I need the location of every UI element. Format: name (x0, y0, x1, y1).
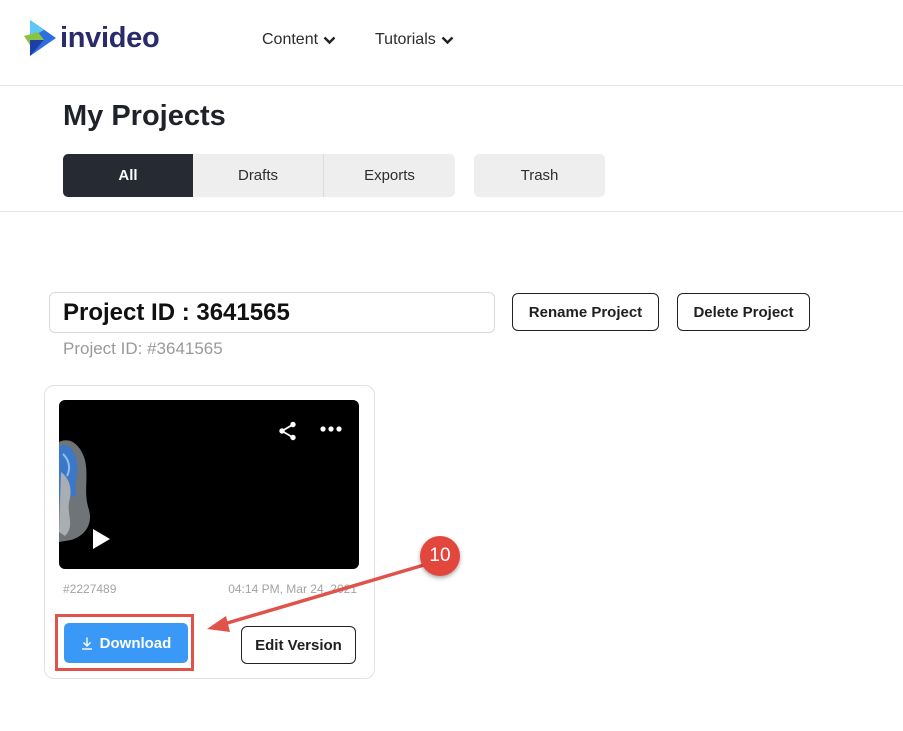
top-navbar: invideo Content Tutorials (0, 0, 903, 86)
tab-drafts[interactable]: Drafts (193, 154, 324, 197)
logo[interactable]: invideo (24, 18, 160, 58)
delete-project-button[interactable]: Delete Project (677, 293, 810, 331)
video-date: 04:14 PM, Mar 24, 2021 (228, 582, 357, 596)
share-icon[interactable] (277, 420, 299, 442)
chevron-down-icon (323, 36, 336, 44)
download-button[interactable]: Download (64, 623, 188, 663)
download-icon (81, 637, 92, 650)
nav-content[interactable]: Content (262, 31, 336, 49)
thumbnail-artwork (59, 440, 91, 542)
nav-tutorials-label: Tutorials (375, 31, 436, 48)
chevron-down-icon (441, 36, 454, 44)
invideo-logo-icon (24, 20, 56, 56)
nav-tutorials[interactable]: Tutorials (375, 31, 454, 49)
more-icon[interactable] (319, 424, 343, 434)
video-card: #2227489 04:14 PM, Mar 24, 2021 Download… (44, 385, 375, 679)
edit-version-button[interactable]: Edit Version (241, 626, 356, 664)
rename-project-button[interactable]: Rename Project (512, 293, 659, 331)
project-tabs: All Drafts Exports Trash (63, 154, 605, 197)
video-thumbnail[interactable] (59, 400, 359, 569)
play-icon[interactable] (91, 528, 111, 550)
section-divider (0, 211, 903, 212)
tab-all[interactable]: All (63, 154, 193, 197)
nav-content-label: Content (262, 31, 319, 48)
logo-text: invideo (60, 21, 160, 54)
tab-exports[interactable]: Exports (324, 154, 455, 197)
step-number-badge: 10 (420, 536, 460, 576)
project-id-subtitle: Project ID: #3641565 (63, 339, 223, 358)
page-title: My Projects (63, 100, 226, 132)
download-label: Download (99, 634, 172, 652)
project-name-input[interactable] (49, 292, 495, 333)
video-id: #2227489 (63, 582, 117, 596)
tab-trash[interactable]: Trash (474, 154, 605, 197)
